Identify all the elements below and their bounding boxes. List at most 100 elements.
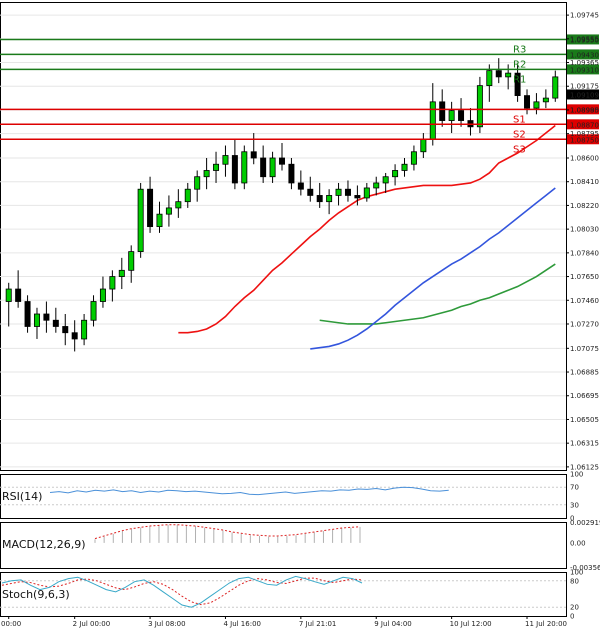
rsi-tick-label: 30 — [570, 501, 579, 509]
candle-bull — [109, 276, 116, 290]
price-tick-label: 1.07840 — [570, 249, 599, 257]
candle-bull — [81, 319, 88, 340]
candle-bear — [52, 319, 59, 327]
price-tick-label: 1.09175 — [570, 83, 599, 91]
price-tick-label: 1.07270 — [570, 320, 599, 328]
price-tick-label: 1.07075 — [570, 345, 599, 353]
price-tick-label: 1.09365 — [570, 59, 599, 67]
candle-bear — [260, 157, 267, 178]
stoch-tick-label: 20 — [570, 604, 579, 612]
candle-bear — [288, 163, 295, 184]
candle-bear — [24, 301, 31, 327]
candle-bull — [222, 155, 229, 165]
stoch-tick-label: 0 — [570, 613, 574, 621]
candle-bear — [354, 195, 361, 199]
candle-bear — [297, 182, 304, 190]
time-tick-label: 2 Jul 00:00 — [73, 620, 111, 628]
candle-bull — [269, 157, 276, 178]
candle-bull — [118, 269, 125, 277]
time-tick-label: 4 Jul 16:00 — [223, 620, 261, 628]
candle-bear — [439, 101, 446, 121]
candle-bull — [184, 188, 191, 203]
candle-bull — [392, 170, 399, 178]
time-tick-label: 00:00 — [1, 620, 21, 628]
candle-bear — [524, 95, 531, 109]
candle-bear — [147, 188, 154, 228]
time-tick-label: 11 Jul 20:00 — [525, 620, 567, 628]
level-price-label: 1.09310 — [570, 66, 599, 74]
candle-bull — [335, 188, 342, 196]
candle-bull — [5, 288, 12, 302]
macd-tick-label: 0.002919 — [570, 519, 600, 527]
candle-bull — [486, 70, 493, 87]
candle-bull — [401, 163, 408, 171]
stoch-tick-label: 80 — [570, 577, 579, 585]
candle-bull — [326, 195, 333, 203]
price-tick-label: 1.08795 — [570, 130, 599, 138]
price-tick-label: 1.08985 — [570, 106, 599, 114]
candle-bull — [175, 201, 182, 209]
price-tick-label: 1.06885 — [570, 369, 599, 377]
candle-bear — [43, 313, 50, 321]
candle-bear — [231, 155, 238, 184]
candle-bear — [307, 188, 314, 196]
candle-bull — [476, 85, 483, 128]
time-tick-label: 10 Jul 12:00 — [450, 620, 492, 628]
candle-bull — [99, 288, 106, 302]
candle-bull — [373, 182, 380, 189]
macd-tick-label: 0.00 — [570, 539, 586, 547]
price-tick-label: 1.07460 — [570, 297, 599, 305]
candle-bull — [241, 151, 248, 184]
time-tick-label: 7 Jul 21:01 — [299, 620, 337, 628]
level-label-s3: S3 — [513, 144, 526, 155]
price-chart: R31.09550R21.09430R11.09310S11.08990S21.… — [0, 0, 600, 632]
stoch-tick-label: 100 — [570, 569, 583, 577]
current-price-label: 1.09109 — [570, 91, 599, 99]
price-tick-label: 1.08600 — [570, 155, 599, 163]
candle-bull — [156, 213, 163, 228]
price-tick-label: 1.06315 — [570, 440, 599, 448]
price-tick-label: 1.08220 — [570, 202, 599, 210]
candle-bear — [458, 110, 465, 121]
rsi-tick-label: 100 — [570, 471, 583, 479]
level-price-label: 1.08870 — [570, 121, 599, 129]
candle-bear — [15, 288, 22, 302]
candle-bull — [552, 76, 559, 99]
price-tick-label: 1.08030 — [570, 226, 599, 234]
candle-bull — [448, 110, 455, 121]
candle-bear — [316, 195, 323, 203]
candle-bull — [429, 101, 436, 140]
candle-bear — [279, 157, 285, 165]
stoch-label: Stoch(9,6,3) — [2, 588, 70, 601]
rsi-label: RSI(14) — [2, 490, 42, 503]
price-tick-label: 1.07650 — [570, 273, 599, 281]
candle-bull — [533, 101, 540, 109]
price-tick-label: 1.09745 — [570, 12, 599, 20]
time-tick-label: 9 Jul 04:00 — [374, 620, 412, 628]
candle-bull — [213, 163, 220, 171]
time-tick-label: 3 Jul 08:00 — [148, 620, 186, 628]
candle-bull — [90, 301, 97, 321]
candle-bull — [33, 313, 40, 327]
candle-bull — [165, 207, 172, 215]
candle-bear — [344, 188, 351, 196]
candle-bear — [71, 332, 78, 340]
candle-bull — [542, 97, 549, 103]
price-tick-label: 1.08410 — [570, 178, 599, 186]
candle-bear — [62, 326, 69, 334]
candle-bull — [505, 72, 512, 78]
chart-background — [0, 0, 600, 632]
level-label-r1: R1 — [513, 74, 526, 85]
candle-bull — [420, 138, 427, 153]
candle-bull — [363, 187, 370, 199]
price-tick-label: 1.06505 — [570, 416, 599, 424]
candle-bear — [250, 151, 257, 159]
candle-bull — [128, 251, 135, 271]
candle-bull — [410, 151, 417, 165]
candle-bull — [382, 176, 389, 184]
candle-bull — [194, 176, 201, 190]
macd-label: MACD(12,26,9) — [2, 538, 86, 551]
candle-bull — [137, 188, 144, 252]
candle-bear — [495, 70, 502, 78]
rsi-tick-label: 70 — [570, 484, 579, 492]
